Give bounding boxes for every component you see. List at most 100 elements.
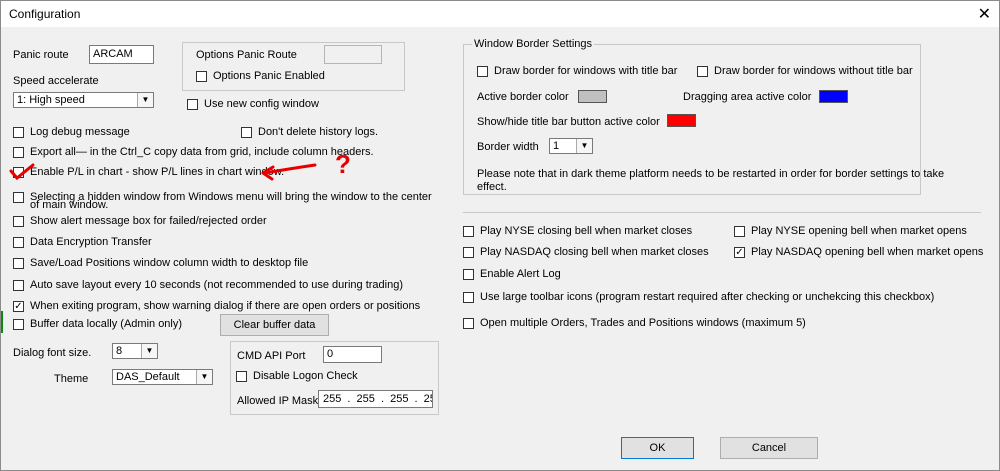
ip-separator: . (347, 393, 351, 405)
save-load-checkbox[interactable]: Save/Load Positions window column width … (13, 257, 308, 269)
alert-log-label: Enable Alert Log (480, 268, 561, 280)
checkbox-box[interactable] (477, 65, 488, 77)
section-divider (463, 212, 981, 213)
checkbox-box-checked[interactable]: ✓ (13, 300, 24, 312)
buffer-data-checkbox[interactable]: Buffer data locally (Admin only) (13, 318, 182, 330)
use-new-config-label: Use new config window (204, 98, 319, 110)
multiple-windows-checkbox[interactable]: Open multiple Orders, Trades and Positio… (463, 317, 806, 329)
active-border-color-label: Active border color (477, 91, 569, 103)
when-exiting-checkbox[interactable]: ✓ When exiting program, show warning dial… (13, 300, 420, 312)
auto-save-checkbox[interactable]: Auto save layout every 10 seconds (not r… (13, 279, 403, 291)
cancel-button[interactable]: Cancel (720, 437, 818, 459)
disable-logon-checkbox[interactable]: Disable Logon Check (236, 370, 358, 382)
ok-button[interactable]: OK (621, 437, 694, 459)
dialog-font-select[interactable]: 8 ▼ (112, 343, 158, 359)
nasdaq-close-label: Play NASDAQ closing bell when market clo… (480, 246, 709, 258)
checkbox-box[interactable] (463, 317, 474, 329)
checkbox-box-checked[interactable]: ✓ (734, 246, 745, 258)
log-debug-label: Log debug message (30, 126, 130, 138)
panic-route-label: Panic route (13, 49, 69, 61)
question-mark-annotation: ? (335, 149, 351, 179)
border-width-select[interactable]: 1 ▼ (549, 138, 593, 154)
checkbox-box[interactable] (463, 225, 474, 237)
clear-buffer-button[interactable]: Clear buffer data (220, 314, 329, 336)
disable-logon-label: Disable Logon Check (253, 370, 358, 382)
checkbox-box[interactable] (13, 257, 24, 269)
dialog-font-label: Dialog font size. (13, 347, 92, 359)
theme-value: DAS_Default (116, 371, 180, 383)
speed-accelerate-select[interactable]: 1: High speed ▼ (13, 92, 154, 108)
when-exiting-label: When exiting program, show warning dialo… (30, 300, 421, 312)
use-new-config-checkbox[interactable]: Use new config window (187, 98, 319, 110)
chevron-down-icon: ▼ (141, 344, 157, 358)
dont-delete-history-checkbox[interactable]: Don't delete history logs. (241, 126, 378, 138)
nyse-open-label: Play NYSE opening bell when market opens (751, 225, 967, 237)
checkbox-box[interactable] (13, 191, 24, 203)
ip-octet-3: 255 (390, 393, 409, 405)
checkbox-box[interactable] (13, 279, 24, 291)
checkbox-box[interactable] (13, 215, 24, 227)
checkbox-box[interactable] (13, 126, 24, 138)
border-without-title-label: Draw border for windows without title ba… (714, 65, 913, 77)
nasdaq-open-checkbox[interactable]: ✓ Play NASDAQ opening bell when market op… (734, 246, 983, 258)
chevron-down-icon: ▼ (576, 139, 592, 153)
checkbox-box[interactable] (196, 70, 207, 82)
allowed-ip-label: Allowed IP Mask (237, 395, 319, 407)
border-without-title-checkbox[interactable]: Draw border for windows without title ba… (697, 65, 913, 77)
allowed-ip-input[interactable]: 255 . 255 . 255 . 255 (318, 390, 433, 408)
close-icon[interactable]: ✕ (978, 4, 991, 24)
window-title: Configuration (9, 7, 81, 21)
large-icons-checkbox[interactable]: Use large toolbar icons (program restart… (463, 291, 934, 303)
dragging-area-color-swatch[interactable] (819, 90, 848, 103)
options-panic-route-label: Options Panic Route (196, 49, 297, 61)
options-panic-route-input (324, 45, 382, 64)
red-annotation (9, 163, 317, 181)
save-load-label: Save/Load Positions window column width … (30, 257, 309, 269)
nasdaq-close-checkbox[interactable]: Play NASDAQ closing bell when market clo… (463, 246, 709, 258)
data-encryption-label: Data Encryption Transfer (30, 236, 152, 248)
configuration-dialog: Configuration ✕ Panic route ARCAM Speed … (0, 0, 1000, 471)
title-button-color-swatch[interactable] (667, 114, 696, 127)
speed-accelerate-label: Speed accelerate (13, 75, 99, 87)
hidden-window-label-2: of main window. (30, 199, 109, 211)
nyse-close-checkbox[interactable]: Play NYSE closing bell when market close… (463, 225, 692, 237)
ip-separator: . (380, 393, 385, 405)
show-alert-checkbox[interactable]: Show alert message box for failed/reject… (13, 215, 267, 227)
log-debug-checkbox[interactable]: Log debug message (13, 126, 130, 138)
checkbox-box[interactable] (187, 98, 198, 110)
nyse-open-checkbox[interactable]: Play NYSE opening bell when market opens (734, 225, 967, 237)
data-encryption-checkbox[interactable]: Data Encryption Transfer (13, 236, 152, 248)
nasdaq-open-label: Play NASDAQ opening bell when market ope… (751, 246, 984, 258)
active-border-color-swatch[interactable] (578, 90, 607, 103)
ip-octet-4: 255 (423, 393, 432, 405)
chevron-down-icon: ▼ (196, 370, 212, 384)
checkbox-box[interactable] (241, 126, 252, 138)
checkbox-box[interactable] (236, 370, 247, 382)
alert-log-checkbox[interactable]: Enable Alert Log (463, 268, 561, 280)
multiple-windows-label: Open multiple Orders, Trades and Positio… (480, 317, 806, 329)
border-with-title-label: Draw border for windows with title bar (494, 65, 678, 77)
theme-select[interactable]: DAS_Default ▼ (112, 369, 213, 385)
auto-save-label: Auto save layout every 10 seconds (not r… (30, 279, 403, 291)
window-border-legend: Window Border Settings (472, 38, 594, 50)
checkbox-box[interactable] (734, 225, 745, 237)
border-note-line-2: effect. (477, 181, 507, 193)
checkbox-box[interactable] (463, 291, 474, 303)
options-panic-enabled-label: Options Panic Enabled (213, 70, 325, 82)
options-panic-enabled-checkbox[interactable]: Options Panic Enabled (196, 70, 325, 82)
nyse-close-label: Play NYSE closing bell when market close… (480, 225, 693, 237)
checkbox-box[interactable] (13, 318, 24, 330)
panic-route-input[interactable]: ARCAM (89, 45, 154, 64)
speed-accelerate-value: 1: High speed (17, 94, 85, 106)
title-bar: Configuration ✕ (1, 1, 999, 27)
checkbox-box[interactable] (463, 268, 474, 280)
cmd-api-port-label: CMD API Port (237, 350, 306, 362)
checkbox-box[interactable] (697, 65, 708, 77)
title-button-color-label: Show/hide title bar button active color (477, 116, 660, 128)
border-with-title-checkbox[interactable]: Draw border for windows with title bar (477, 65, 677, 77)
chevron-down-icon: ▼ (137, 93, 153, 107)
cmd-api-port-input[interactable]: 0 (323, 346, 382, 363)
border-width-label: Border width (477, 141, 539, 153)
checkbox-box[interactable] (463, 246, 474, 258)
checkbox-box[interactable] (13, 236, 24, 248)
